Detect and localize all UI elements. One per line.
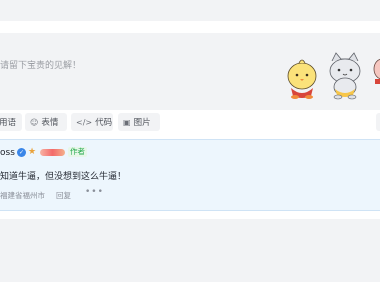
image-icon: ▣ xyxy=(123,117,131,127)
verified-icon: ✓ xyxy=(17,148,26,157)
image-button[interactable]: ▣ 图片 xyxy=(118,113,160,131)
reply-button[interactable]: 回复 xyxy=(56,190,71,201)
author-badge: 作者 xyxy=(68,147,87,157)
emoji-label: 表情 xyxy=(41,118,59,128)
terms-button[interactable]: 用语 xyxy=(0,113,22,131)
code-button[interactable]: </> 代码 xyxy=(71,113,113,131)
pink-sticker xyxy=(373,58,380,84)
comment-username[interactable]: oss xyxy=(0,148,15,158)
comment-toolbar: 用语 ☺ 表情 </> 代码 ▣ 图片 xyxy=(0,113,380,131)
emoji-button[interactable]: ☺ 表情 xyxy=(25,113,67,131)
medal-icon: ★ xyxy=(28,147,37,157)
grey-cat-sticker xyxy=(329,52,361,100)
more-icon[interactable]: ••• xyxy=(85,187,104,197)
emoji-icon: ☺ xyxy=(30,117,39,127)
comment-section: 请留下宝贵的见解！ 用语 ☺ 表情 </> 代码 ▣ 图片 oss ✓ ★ 作者… xyxy=(0,21,380,219)
terms-label: 用语 xyxy=(0,118,17,128)
comment-placeholder: 请留下宝贵的见解！ xyxy=(0,61,82,71)
submit-button[interactable] xyxy=(376,113,380,131)
image-label: 图片 xyxy=(133,118,151,128)
level-badge xyxy=(40,149,65,156)
comment-item: oss ✓ ★ 作者 知道牛逼，但没想到这么牛逼！ 福建省福州市 回复 ••• xyxy=(0,139,380,211)
code-label: 代码 xyxy=(95,118,113,128)
comment-input-area[interactable]: 请留下宝贵的见解！ xyxy=(0,33,380,110)
yellow-chick-sticker xyxy=(287,59,317,99)
code-icon: </> xyxy=(76,117,93,127)
comment-text: 知道牛逼，但没想到这么牛逼！ xyxy=(0,172,127,182)
comment-location: 福建省福州市 xyxy=(0,191,45,200)
